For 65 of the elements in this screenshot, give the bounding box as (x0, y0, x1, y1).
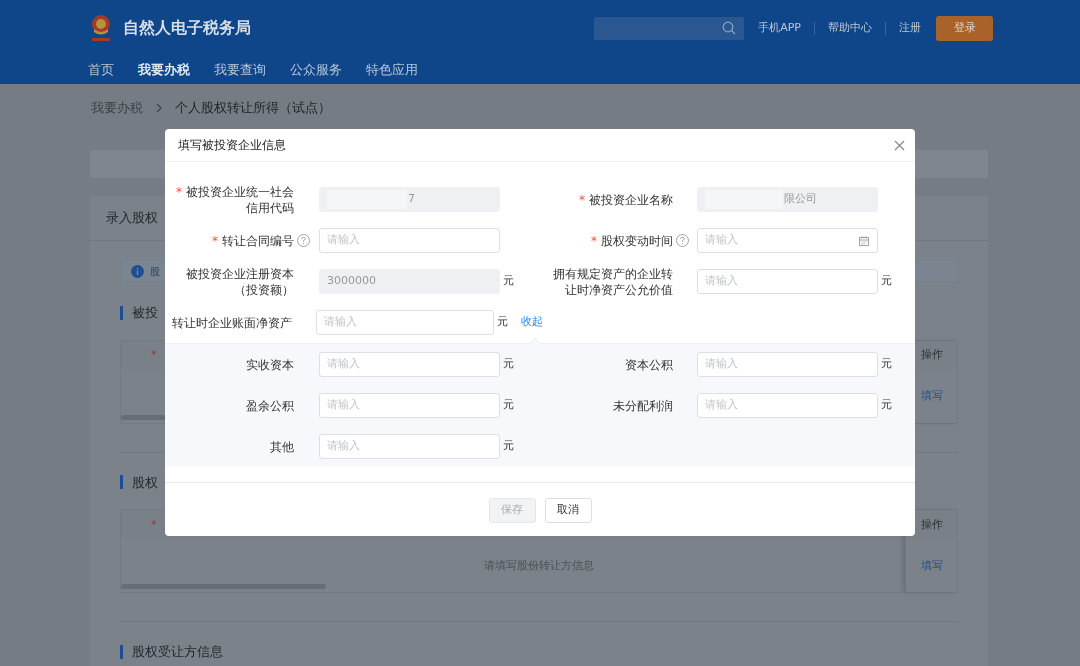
collapse-link[interactable]: 收起 (521, 314, 543, 331)
calendar-icon[interactable] (859, 235, 869, 246)
unit-label: 元 (503, 273, 514, 290)
field-label: 拥有规定资产的企业转 (553, 265, 673, 282)
header-link[interactable]: 帮助中心 (828, 19, 872, 37)
field-label: （投资额） (234, 281, 294, 298)
card-title: 录入股权 (106, 209, 158, 228)
unit-label: 元 (881, 356, 892, 373)
header-link[interactable]: 注册 (899, 19, 921, 37)
required-mark: * (212, 232, 218, 249)
nav-tab[interactable]: 特色应用 (366, 60, 418, 80)
search-field[interactable] (594, 16, 745, 40)
field-label: 股权变动时间 (601, 232, 673, 249)
help-icon[interactable] (676, 234, 689, 247)
section-marker (120, 475, 123, 490)
field-label: 转让时企业账面净资产 (171, 314, 292, 331)
field-label: 被投资企业注册资本 (186, 265, 294, 282)
field-label: 信用代码 (246, 199, 294, 216)
required-mark: * (579, 191, 585, 208)
breadcrumb-link[interactable]: 我要办税 (91, 98, 143, 118)
search-icon (722, 21, 737, 35)
section-marker (120, 644, 123, 659)
breadcrumb-current: 个人股权转让所得（试点） (175, 99, 331, 118)
required-mark: * (176, 183, 182, 200)
section-title: 股权 (132, 473, 158, 492)
section-title: 股权受让方信息 (132, 643, 223, 661)
header-link[interactable]: 手机APP (758, 19, 801, 37)
unit-label: 元 (881, 273, 892, 290)
input-field: 限公司 (697, 187, 878, 212)
field-label: 转让合同编号 (222, 232, 294, 249)
close-icon[interactable] (894, 139, 905, 151)
login-button[interactable]: 登录 (936, 15, 993, 41)
input-field: 7 (319, 187, 500, 212)
required-mark: * (151, 516, 157, 533)
field-label: 让时净资产公允价值 (565, 281, 673, 298)
cancel-button[interactable]: 取消 (544, 497, 592, 523)
field-label: 实收资本 (246, 356, 294, 373)
nav-tab[interactable]: 我要办税 (138, 60, 190, 80)
required-mark: * (151, 347, 157, 364)
nav-tab[interactable]: 我要查询 (214, 60, 266, 80)
field-label: 资本公积 (625, 356, 673, 373)
unit-label: 元 (497, 314, 508, 331)
site-title: 自然人电子税务局 (123, 17, 251, 39)
info-icon (131, 264, 144, 278)
fill-in-link[interactable]: 填写 (906, 539, 957, 592)
chevron-right-icon (155, 103, 163, 113)
scrollbar-thumb[interactable] (121, 414, 166, 420)
help-icon[interactable] (297, 234, 310, 247)
section-title: 被投 (132, 304, 158, 322)
field-label: 被投资企业统一社会 (186, 183, 294, 200)
field-label: 其他 (270, 438, 294, 455)
nav-tab[interactable]: 公众服务 (290, 60, 342, 80)
unit-label: 元 (881, 397, 892, 414)
field-label: 盈余公积 (246, 397, 294, 414)
nav-tab[interactable]: 首页 (88, 60, 114, 80)
unit-label: 元 (503, 397, 514, 414)
dialog-title: 填写被投资企业信息 (178, 137, 286, 154)
unit-label: 元 (503, 438, 514, 455)
unit-label: 元 (503, 356, 514, 373)
field-label: 未分配利润 (613, 397, 673, 414)
section-marker (120, 305, 123, 320)
required-mark: * (591, 232, 597, 249)
notice-text: 股 (150, 264, 160, 279)
field-label: 被投资企业名称 (589, 191, 673, 208)
input-field: 3000000 (319, 269, 500, 294)
